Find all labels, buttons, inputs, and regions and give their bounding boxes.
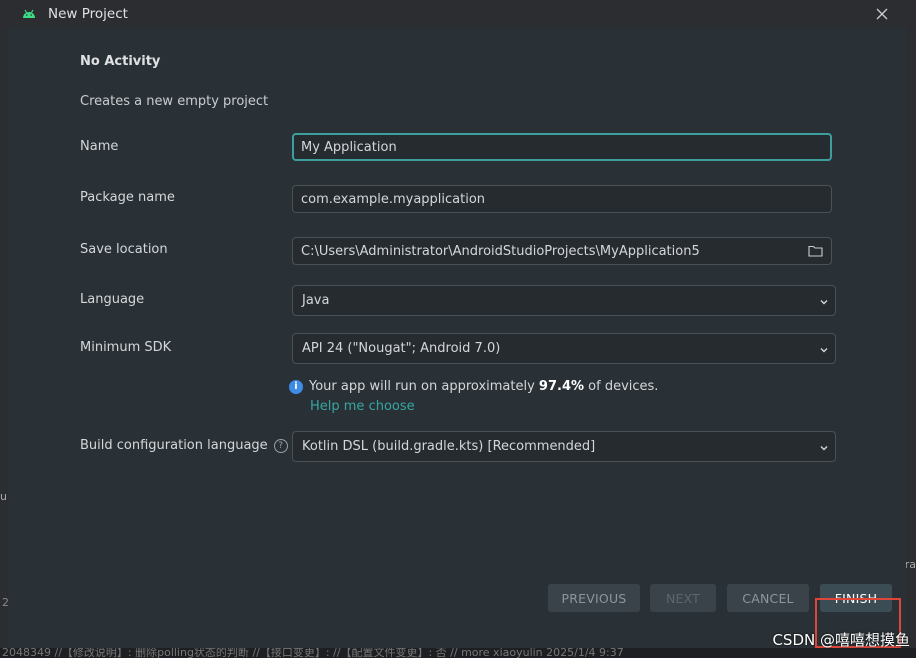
folder-icon[interactable] <box>808 244 823 257</box>
close-icon[interactable] <box>874 6 890 22</box>
package-name-field[interactable]: com.example.myapplication <box>292 185 832 213</box>
chevron-down-icon <box>819 442 829 452</box>
minimum-sdk-select[interactable]: API 24 ("Nougat"; Android 7.0) <box>292 333 836 364</box>
next-button[interactable]: NEXT <box>650 584 716 612</box>
language-select[interactable]: Java <box>292 285 836 316</box>
section-title: No Activity <box>80 54 161 69</box>
package-name-label: Package name <box>80 190 175 205</box>
build-config-select[interactable]: Kotlin DSL (build.gradle.kts) [Recommend… <box>292 431 836 462</box>
name-label: Name <box>80 139 119 154</box>
previous-button[interactable]: PREVIOUS <box>548 584 640 612</box>
device-coverage-info: i Your app will run on approximately 97.… <box>289 379 658 394</box>
info-icon: i <box>289 379 303 394</box>
help-question-icon[interactable]: ? <box>273 439 288 453</box>
android-icon <box>22 7 36 21</box>
name-field[interactable]: My Application <box>292 133 832 161</box>
new-project-dialog: No Activity Creates a new empty project … <box>8 28 906 648</box>
save-location-label: Save location <box>80 242 168 257</box>
finish-button[interactable]: FINISH <box>820 584 892 612</box>
ide-background-right-text: ra <box>904 558 916 571</box>
chevron-down-icon <box>819 296 829 306</box>
minimum-sdk-label: Minimum SDK <box>80 340 172 355</box>
chevron-down-icon <box>819 344 829 354</box>
info-prefix: Your app will run on approximately <box>309 379 539 394</box>
ide-background-left <box>0 28 8 658</box>
cancel-button[interactable]: CANCEL <box>727 584 809 612</box>
info-percent: 97.4% <box>538 379 585 394</box>
language-value: Java <box>302 293 330 308</box>
ide-background-left-text: u <box>0 490 7 503</box>
minimum-sdk-value: API 24 ("Nougat"; Android 7.0) <box>302 341 501 356</box>
window-titlebar: New Project <box>0 0 916 28</box>
build-config-label: Build configuration language? <box>80 438 288 453</box>
build-config-value: Kotlin DSL (build.gradle.kts) [Recommend… <box>302 439 596 454</box>
info-suffix: of devices. <box>584 379 659 394</box>
build-config-label-text: Build configuration language <box>80 438 268 453</box>
language-label: Language <box>80 292 145 307</box>
package-name-value: com.example.myapplication <box>301 191 486 207</box>
window-title: New Project <box>48 6 128 22</box>
save-location-field[interactable]: C:\Users\Administrator\AndroidStudioProj… <box>292 237 832 265</box>
save-location-value: C:\Users\Administrator\AndroidStudioProj… <box>301 243 700 259</box>
section-description: Creates a new empty project <box>80 94 269 109</box>
watermark: CSDN @嘻嘻想摸鱼 <box>772 631 910 649</box>
name-field-value: My Application <box>301 139 397 155</box>
help-me-choose-link[interactable]: Help me choose <box>310 399 415 414</box>
